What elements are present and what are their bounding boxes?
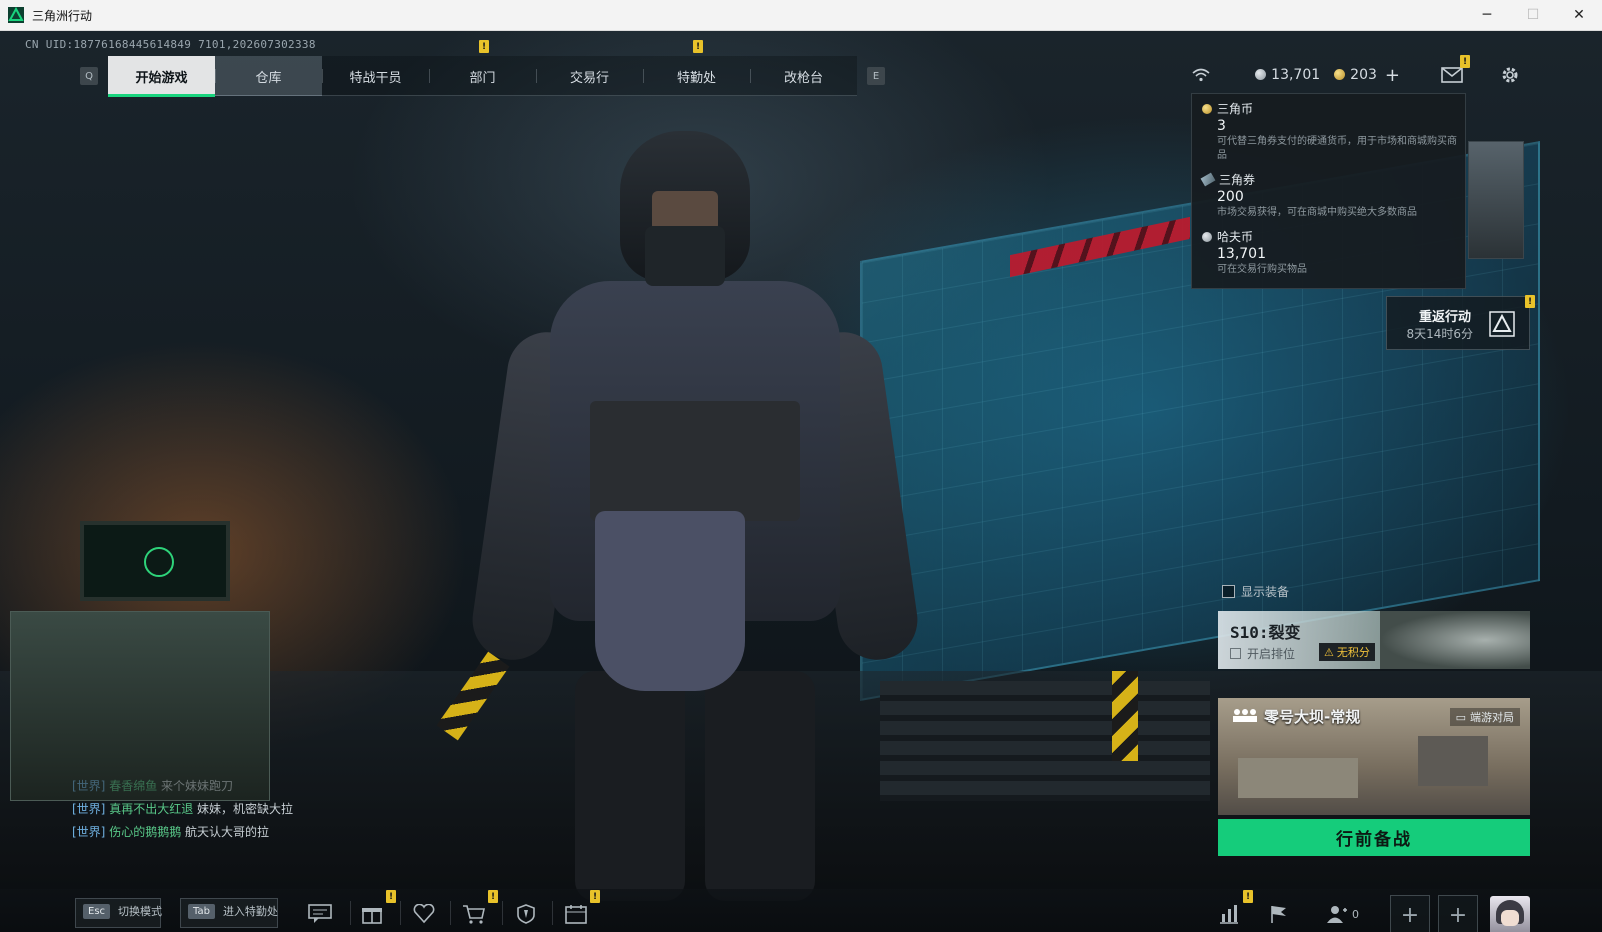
show-gear-checkbox[interactable]: [1222, 585, 1235, 598]
minimize-button[interactable]: ─: [1464, 0, 1510, 31]
stats-icon[interactable]: !: [1215, 890, 1253, 928]
world-chat[interactable]: [世界] 春香绵鱼 来个妹妹跑刀 [世界] 真再不出大红退 妹妹，机密缺大拉 […: [72, 775, 293, 844]
notification-badge: !: [1243, 890, 1253, 903]
gift-icon[interactable]: !: [358, 890, 396, 928]
battlepass-icon[interactable]: [512, 900, 540, 928]
prepare-button[interactable]: 行前备战: [1218, 819, 1530, 856]
heart-shield-icon[interactable]: [410, 900, 438, 928]
window-title: 三角洲行动: [32, 8, 93, 23]
close-button[interactable]: ✕: [1556, 0, 1602, 31]
platform-badge: ▭ 端游对局: [1449, 708, 1520, 726]
notification-badge: !: [590, 890, 600, 903]
event-thumbnail[interactable]: [1468, 141, 1524, 259]
tab-warehouse[interactable]: 仓库: [215, 56, 322, 96]
tab-operators[interactable]: 特战干员: [322, 56, 429, 96]
chat-line: [世界] 伤心的鹅鹅鹅 航天认大哥的拉: [72, 825, 270, 839]
calendar-icon[interactable]: !: [562, 890, 600, 928]
currency-haf-coin: 哈夫币 13,701 可在交易行购买物品: [1202, 228, 1455, 277]
chat-line: [世界] 春香绵鱼 来个妹妹跑刀: [72, 779, 234, 793]
ranked-checkbox[interactable]: [1230, 648, 1241, 659]
wifi-icon: [1189, 63, 1213, 87]
window-titlebar: 三角洲行动 ─ ☐ ✕: [0, 0, 1602, 31]
plus-icon: +: [1400, 902, 1420, 928]
haf-coin-balance[interactable]: 13,701: [1255, 67, 1320, 83]
tab-start-game[interactable]: 开始游戏: [108, 56, 215, 97]
invite-slot-1-button[interactable]: +: [1390, 895, 1430, 932]
notification-badge: !: [488, 890, 498, 903]
hazard-post: [1112, 671, 1138, 761]
tab-trading[interactable]: 交易行: [536, 56, 643, 96]
nav-next-key[interactable]: E: [867, 67, 885, 85]
monitor-icon: ▭: [1455, 710, 1466, 724]
radio-console: [10, 611, 270, 801]
haf-coin-icon: [1202, 231, 1212, 242]
terminal-monitor: [80, 521, 230, 601]
notification-badge: !: [1460, 55, 1470, 68]
invite-slot-2-button[interactable]: +: [1438, 895, 1478, 932]
main-nav: Q 开始游戏 仓库 特战干员 部门! 交易行 特勤处! 改枪台 E: [70, 40, 895, 97]
haf-coin-icon: [1255, 69, 1267, 80]
nav-tabs: 开始游戏 仓库 特战干员 部门! 交易行 特勤处! 改枪台: [108, 40, 857, 97]
currency-dropdown: 三角币 3 可代替三角券支付的硬通货币，用于市场和商城购买商品 三角券 200 …: [1191, 93, 1466, 289]
app-logo-icon: [8, 7, 24, 23]
friends-button[interactable]: 0: [1326, 900, 1370, 928]
game-viewport: CN UID:18776168445614849 7101,2026073023…: [0, 31, 1602, 932]
show-gear-toggle[interactable]: 显示装备: [1222, 583, 1289, 600]
return-action-card[interactable]: 重返行动 8天14时6分 !: [1386, 295, 1535, 350]
cart-icon[interactable]: !: [460, 890, 498, 928]
warning-icon: ⚠: [1324, 645, 1334, 659]
notification-badge: !: [693, 40, 703, 53]
mail-icon[interactable]: !: [1440, 55, 1470, 87]
gear-icon[interactable]: [1498, 63, 1522, 87]
top-status-bar: 13,701 203 + !: [1189, 55, 1522, 87]
nav-prev-key[interactable]: Q: [80, 67, 98, 85]
player-uid: CN UID:18776168445614849 7101,2026073023…: [25, 38, 316, 51]
season-art: [1380, 611, 1530, 669]
plus-icon: +: [1448, 902, 1468, 928]
player-avatar[interactable]: [1490, 896, 1530, 932]
chat-line: [世界] 真再不出大红退 妹妹，机密缺大拉: [72, 802, 294, 816]
delta-coin-balance[interactable]: 203: [1334, 67, 1377, 83]
notification-badge: !: [479, 40, 489, 53]
map-select-card[interactable]: 零号大坝-常规 ▭ 端游对局: [1218, 698, 1530, 815]
no-points-warning: ⚠ 无积分: [1319, 643, 1375, 661]
ticket-icon: [1200, 172, 1216, 187]
tab-special-ops[interactable]: 特勤处!: [643, 40, 750, 96]
delta-logo-icon: [1485, 307, 1519, 341]
notification-badge: !: [1525, 295, 1535, 308]
delta-coin-icon: [1334, 69, 1346, 80]
flag-icon[interactable]: [1265, 900, 1293, 928]
friends-icon: [1327, 906, 1347, 923]
operator-character[interactable]: [467, 111, 923, 901]
chat-icon[interactable]: [306, 900, 334, 928]
currency-delta-ticket: 三角券 200 市场交易获得，可在商城中购买绝大多数商品: [1200, 171, 1455, 220]
bottom-toolbar: Esc 切换模式 Tab 进入特勤处 ! ! ! ! 0 + +: [0, 889, 1602, 932]
delta-coin-icon: [1202, 103, 1212, 114]
season-card[interactable]: S10:裂变 开启排位 ⚠ 无积分: [1218, 611, 1530, 669]
add-currency-button[interactable]: +: [1385, 65, 1400, 86]
tab-gunsmith[interactable]: 改枪台: [750, 56, 857, 96]
currency-delta-coin: 三角币 3 可代替三角券支付的硬通货币，用于市场和商城购买商品: [1202, 100, 1457, 163]
notification-badge: !: [386, 890, 396, 903]
ranked-toggle[interactable]: 开启排位: [1230, 645, 1295, 662]
stairs: [880, 681, 1210, 801]
tab-department[interactable]: 部门!: [429, 40, 536, 96]
maximize-button[interactable]: ☐: [1510, 0, 1556, 31]
squad-icon: [1232, 708, 1258, 726]
